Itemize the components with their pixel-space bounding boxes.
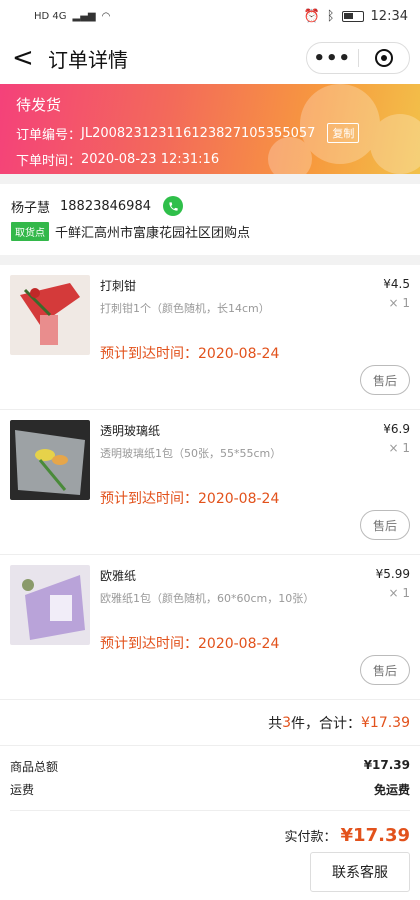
close-icon[interactable] — [359, 49, 410, 67]
total-amount: ¥17.39 — [361, 714, 410, 731]
product-qty: × 1 — [388, 441, 410, 455]
product-image[interactable] — [10, 420, 90, 500]
after-sales-button[interactable]: 售后 — [360, 510, 410, 540]
phone-icon[interactable] — [163, 196, 183, 216]
alarm-icon: ⏰ — [303, 8, 320, 24]
price-summary: 商品总额 ¥17.39 运费 免运费 — [0, 746, 420, 810]
payment-amount: ¥17.39 — [340, 825, 410, 846]
payment-row: 实付款： ¥17.39 — [10, 810, 410, 856]
shipping-value: 免运费 — [373, 783, 410, 797]
back-icon[interactable]: < — [12, 43, 44, 73]
product-spec: 打刺钳1个（颜色随机，长14cm） — [100, 302, 270, 315]
product-name: 打刺钳 — [100, 279, 137, 293]
product-price: ¥6.9 — [383, 422, 410, 436]
product-eta: 预计到达时间：2020-08-24 — [100, 346, 280, 362]
product-eta: 预计到达时间：2020-08-24 — [100, 636, 280, 652]
order-item: 透明玻璃纸 透明玻璃纸1包（50张，55*55cm） 预计到达时间：2020-0… — [0, 410, 420, 555]
goods-total-value: ¥17.39 — [363, 758, 410, 772]
product-name: 欧雅纸 — [100, 569, 137, 583]
after-sales-button[interactable]: 售后 — [360, 365, 410, 395]
network-indicator: HD 4G — [34, 10, 67, 22]
total-mid: 件，合计： — [291, 715, 361, 732]
clock: 12:34 — [370, 8, 408, 24]
status-bar: HD 4G ▂▄▆ ◠ ⏰ ᛒ 12:34 — [0, 0, 420, 32]
battery-icon — [341, 10, 364, 22]
pickup-tag: 取货点 — [11, 222, 49, 241]
product-name: 透明玻璃纸 — [100, 424, 161, 438]
mini-program-capsule: ••• — [306, 42, 410, 74]
after-sales-button[interactable]: 售后 — [360, 655, 410, 685]
shipping-label: 运费 — [10, 783, 35, 797]
customer-name: 杨子慧 — [11, 200, 51, 216]
navbar: < 订单详情 ••• — [0, 32, 420, 84]
order-items: 打刺钳 打刺钳1个（颜色随机，长14cm） 预计到达时间：2020-08-24 … — [0, 265, 420, 900]
order-number-label: 订单编号： — [16, 127, 82, 143]
product-qty: × 1 — [388, 586, 410, 600]
signal-icon: ▂▄▆ — [72, 10, 96, 22]
product-spec: 透明玻璃纸1包（50张，55*55cm） — [100, 447, 282, 460]
product-image[interactable] — [10, 275, 90, 355]
more-icon[interactable]: ••• — [307, 48, 358, 69]
address-card: 杨子慧 18823846984 取货点 千鲜汇高州市富康花园社区团购点 — [0, 184, 420, 255]
order-time-label: 下单时间： — [16, 154, 82, 169]
product-qty: × 1 — [388, 296, 410, 310]
goods-total-label: 商品总额 — [10, 760, 59, 774]
flower-decoration — [268, 84, 420, 174]
product-price: ¥5.99 — [375, 567, 410, 581]
payment-label: 实付款： — [284, 830, 337, 845]
order-item: 打刺钳 打刺钳1个（颜色随机，长14cm） 预计到达时间：2020-08-24 … — [0, 265, 420, 410]
order-item: 欧雅纸 欧雅纸1包（颜色随机，60*60cm，10张） 预计到达时间：2020-… — [0, 555, 420, 700]
product-image[interactable] — [10, 565, 90, 645]
order-total: 共 3 件，合计： ¥17.39 — [0, 700, 420, 746]
pickup-location: 千鲜汇高州市富康花园社区团购点 — [55, 226, 251, 241]
total-count: 3 — [282, 714, 291, 731]
bluetooth-icon: ᛒ — [326, 8, 335, 24]
wifi-icon: ◠ — [101, 10, 111, 22]
page-title: 订单详情 — [48, 47, 128, 72]
order-time: 2020-08-23 12:31:16 — [81, 152, 220, 167]
customer-phone: 18823846984 — [60, 198, 151, 214]
product-eta: 预计到达时间：2020-08-24 — [100, 491, 280, 507]
product-spec: 欧雅纸1包（颜色随机，60*60cm，10张） — [100, 592, 315, 605]
order-status-banner: 待发货 订单编号： JL20082312311612382710535505​7… — [0, 84, 420, 174]
contact-service-button[interactable]: 联系客服 — [310, 852, 410, 892]
product-price: ¥4.5 — [383, 277, 410, 291]
total-prefix: 共 — [268, 715, 283, 732]
